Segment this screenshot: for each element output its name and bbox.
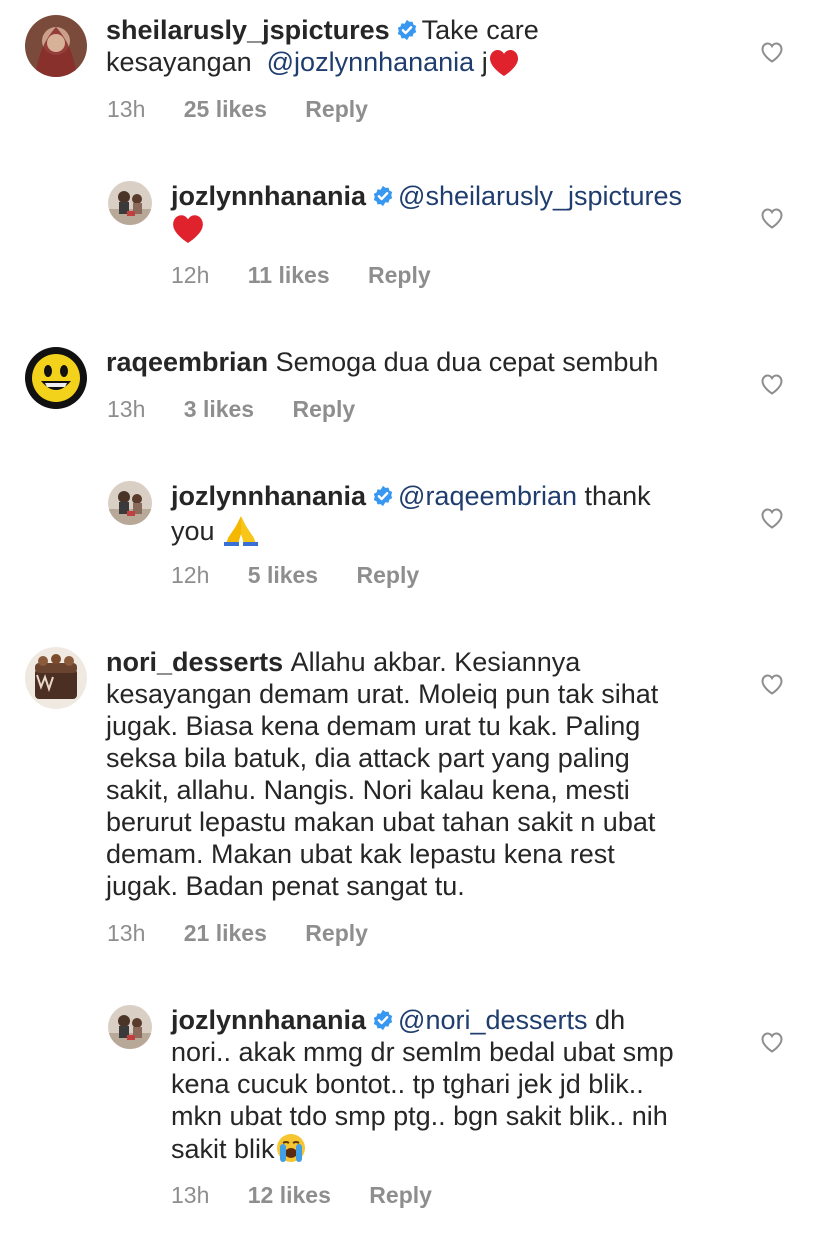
comment-username[interactable]: jozlynnhanania <box>171 1005 366 1035</box>
comment-likes[interactable]: 11 likes <box>248 262 330 289</box>
verified-badge-icon <box>372 185 394 207</box>
comment-text: dh <box>595 1005 626 1035</box>
like-heart-icon[interactable] <box>760 41 784 63</box>
avatar[interactable] <box>108 181 152 225</box>
avatar[interactable] <box>25 647 87 709</box>
like-heart-icon[interactable] <box>760 673 784 695</box>
comment-meta: 13h 12 likes Reply <box>171 1182 432 1209</box>
reply-button[interactable]: Reply <box>293 396 356 423</box>
reply-button[interactable]: Reply <box>305 920 368 947</box>
comment-username[interactable]: raqeembrian <box>106 347 268 377</box>
comment-likes[interactable]: 21 likes <box>184 920 267 947</box>
comment-text: thank <box>584 481 651 511</box>
comment-text: Allahu akbar. Kesiannya <box>290 647 581 677</box>
comment-text: Semoga dua dua cepat sembuh <box>275 347 659 377</box>
comment-meta: 13h 3 likes Reply <box>107 396 355 423</box>
comment-time: 13h <box>107 920 146 946</box>
comment-body: jozlynnhanania @nori_desserts dh nori.. a… <box>171 1004 731 1165</box>
comment-text: demam. Makan ubat kak lepastu kena rest <box>106 839 615 869</box>
comment-text: mkn ubat tdo smp ptg.. bgn sakit blik.. … <box>171 1101 668 1131</box>
comment-text: berurut lepastu makan ubat tahan sakit n… <box>106 807 656 837</box>
comment-meta: 13h 25 likes Reply <box>107 96 368 123</box>
verified-badge-icon <box>372 1009 394 1031</box>
comment-meta: 12h 5 likes Reply <box>171 562 419 589</box>
comment-time: 12h <box>171 262 210 288</box>
comment-username[interactable]: sheilarusly_jspictures <box>106 15 390 45</box>
comment-body: sheilarusly_jspictures Take care kesayang… <box>106 14 716 78</box>
verified-badge-icon <box>372 485 394 507</box>
comment-likes[interactable]: 12 likes <box>248 1182 331 1209</box>
comment-likes[interactable]: 3 likes <box>184 396 254 423</box>
like-heart-icon[interactable] <box>760 373 784 395</box>
comment-likes[interactable]: 25 likes <box>184 96 267 123</box>
comment-time: 13h <box>107 396 146 422</box>
comment-username[interactable]: jozlynnhanania <box>171 481 366 511</box>
reply-button[interactable]: Reply <box>368 262 431 289</box>
comment-body: jozlynnhanania @raqeembrian thank you <box>171 480 731 547</box>
comment-meta: 13h 21 likes Reply <box>107 920 368 947</box>
comment-text: Take care <box>421 15 539 45</box>
reply-button[interactable]: Reply <box>357 562 420 589</box>
comment-mention[interactable]: @raqeembrian <box>398 481 577 511</box>
folded-hands-emoji <box>224 516 259 546</box>
comment-text: seksa bila batuk, dia attack part yang p… <box>106 743 630 773</box>
like-heart-icon[interactable] <box>760 207 784 229</box>
avatar[interactable] <box>108 1005 152 1049</box>
comment-mention[interactable]: @nori_desserts <box>398 1005 588 1035</box>
verified-badge-icon <box>396 19 418 41</box>
loudly-crying-emoji <box>276 1134 305 1162</box>
comment-text: kena cucuk bontot.. tp tghari jek jd bli… <box>171 1069 644 1099</box>
comment-likes[interactable]: 5 likes <box>248 562 318 589</box>
comment-mention[interactable]: @sheilarusly_jspictures <box>398 181 682 211</box>
comment-time: 12h <box>171 562 210 588</box>
like-heart-icon[interactable] <box>760 507 784 529</box>
comment-body: nori_desserts Allahu akbar. Kesiannya ke… <box>106 646 716 902</box>
avatar[interactable] <box>25 15 87 77</box>
comment-text: kesayangan <box>106 47 252 77</box>
comment-time: 13h <box>107 96 146 122</box>
comment-username[interactable]: jozlynnhanania <box>171 181 366 211</box>
red-heart-emoji <box>171 212 205 244</box>
comment-username[interactable]: nori_desserts <box>106 647 283 677</box>
reply-button[interactable]: Reply <box>369 1182 432 1209</box>
comment-text: jugak. Badan penat sangat tu. <box>106 871 465 901</box>
like-heart-icon[interactable] <box>760 1031 784 1053</box>
comment-text: you <box>171 516 215 546</box>
comment-body: jozlynnhanania @sheilarusly_jspictures <box>171 180 731 247</box>
comment-text: nori.. akak mmg dr semlm bedal ubat smp <box>171 1037 674 1067</box>
comment-meta: 12h 11 likes Reply <box>171 262 431 289</box>
avatar[interactable] <box>108 481 152 525</box>
comment-text: jugak. Biasa kena demam urat tu kak. Pal… <box>106 711 641 741</box>
comment-text: sakit blik <box>171 1134 275 1164</box>
red-heart-emoji <box>488 47 520 77</box>
reply-button[interactable]: Reply <box>305 96 368 123</box>
comment-text: sakit, allahu. Nangis. Nori kalau kena, … <box>106 775 630 805</box>
comment-mention[interactable]: @jozlynnhanania <box>267 47 475 77</box>
comment-body: raqeembrian Semoga dua dua cepat sembuh <box>106 346 716 378</box>
avatar[interactable] <box>25 347 87 409</box>
comment-text: kesayangan demam urat. Moleiq pun tak si… <box>106 679 659 709</box>
comment-time: 13h <box>171 1182 210 1208</box>
